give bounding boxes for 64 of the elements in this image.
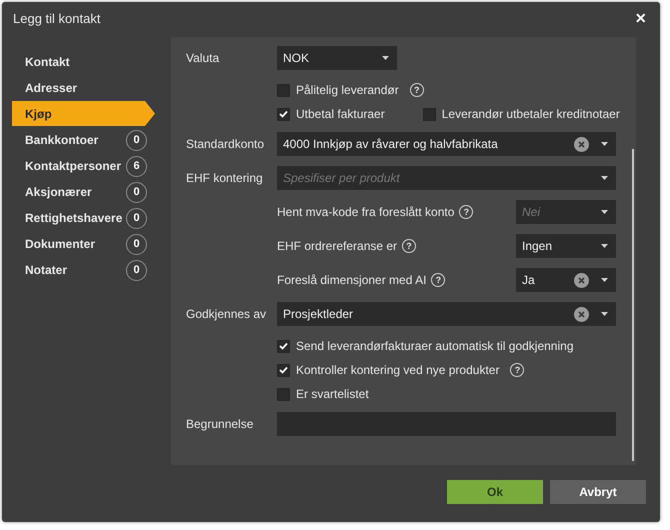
- clear-icon: [574, 306, 589, 322]
- sidebar-item[interactable]: Aksjonærer 0: [12, 179, 155, 205]
- text-field[interactable]: [277, 412, 616, 436]
- clear-icon: [574, 136, 589, 152]
- sidebar-item[interactable]: Bankkontoer 0: [12, 127, 155, 153]
- count-badge: 0: [126, 130, 147, 150]
- sidebar-item[interactable]: Kontakt: [12, 49, 155, 75]
- caret-icon: [601, 210, 608, 214]
- checkmark-icon: [279, 366, 288, 374]
- cancel-button[interactable]: Avbryt: [550, 480, 646, 504]
- field-label: Standardkonto: [186, 137, 266, 151]
- help-icon[interactable]: ?: [402, 239, 416, 253]
- count-badge: 0: [126, 208, 147, 228]
- caret-icon: [601, 176, 608, 180]
- count-badge: 0: [126, 260, 147, 280]
- select-field[interactable]: NOK: [277, 46, 397, 70]
- clear-icon: [574, 272, 589, 288]
- caret-icon: [601, 142, 608, 146]
- select-field[interactable]: Prosjektleder: [277, 302, 616, 326]
- checkbox[interactable]: [277, 340, 290, 352]
- help-icon[interactable]: ?: [410, 83, 424, 97]
- checkmark-icon: [279, 110, 288, 118]
- field-label: Begrunnelse: [186, 417, 254, 431]
- checkbox-label: Leverandør utbetaler kreditnotaer: [442, 107, 620, 121]
- sidebar-item[interactable]: Dokumenter 0: [12, 231, 155, 257]
- sidebar-item[interactable]: Notater 0: [12, 257, 155, 283]
- checkbox[interactable]: [277, 388, 290, 400]
- field-label: Hent mva-kode fra foreslått konto: [277, 205, 454, 219]
- checkbox-label: Kontroller kontering ved nye produkter: [296, 363, 500, 377]
- field-label: Godkjennes av: [186, 307, 268, 321]
- checkbox-label: Pålitelig leverandør: [296, 83, 399, 97]
- help-icon[interactable]: ?: [459, 205, 474, 219]
- caret-icon: [601, 244, 608, 248]
- select-field[interactable]: 4000 Innkjøp av råvarer og halvfabrikata: [277, 132, 616, 156]
- field-label: Foreslå dimensjoner med AI: [277, 273, 426, 287]
- field-label: EHF kontering: [186, 171, 264, 185]
- field-label: EHF ordrereferanse er: [277, 239, 398, 253]
- checkbox[interactable]: [277, 364, 290, 376]
- sidebar-item[interactable]: Rettighetshavere 0: [12, 205, 155, 231]
- checkbox[interactable]: [277, 108, 290, 120]
- scrollbar[interactable]: [632, 149, 634, 461]
- caret-icon: [601, 278, 608, 282]
- ok-button[interactable]: Ok: [447, 480, 543, 504]
- help-icon[interactable]: ?: [431, 273, 446, 287]
- sidebar-item[interactable]: Kjøp: [12, 101, 155, 126]
- window-title: Legg til kontakt: [13, 10, 100, 26]
- checkbox-label: Send leverandørfakturaer automatisk til godkjenning: [296, 339, 574, 353]
- count-badge: 6: [126, 156, 147, 176]
- checkmark-icon: [279, 342, 288, 350]
- count-badge: 0: [126, 182, 147, 202]
- caret-icon: [382, 56, 389, 60]
- checkbox[interactable]: [277, 84, 290, 96]
- sidebar-item[interactable]: Adresser: [12, 75, 155, 101]
- field-label: Valuta: [186, 51, 220, 65]
- checkbox-label: Utbetal fakturaer: [296, 107, 385, 121]
- help-icon[interactable]: ?: [510, 363, 524, 377]
- select-field[interactable]: Ingen: [516, 234, 616, 258]
- checkbox[interactable]: [422, 108, 436, 120]
- checkbox-label: Er svartelistet: [296, 387, 369, 401]
- caret-icon: [601, 312, 608, 316]
- select-field[interactable]: Ja: [516, 268, 616, 292]
- sidebar-item[interactable]: Kontaktpersoner 6: [12, 153, 155, 179]
- count-badge: 0: [126, 234, 147, 254]
- close-button[interactable]: ×: [635, 9, 646, 27]
